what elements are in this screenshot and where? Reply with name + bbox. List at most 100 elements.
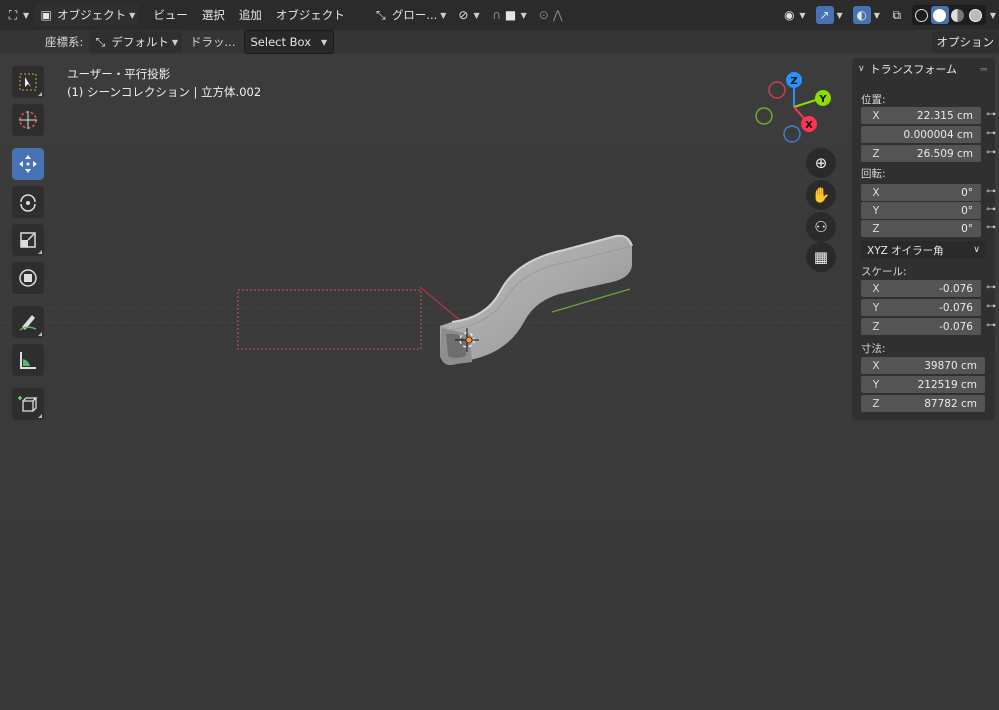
dimension-x-field[interactable]: X 39870 cm <box>861 357 985 374</box>
lock-icon[interactable]: ⊶ <box>986 222 996 233</box>
transform-tool[interactable] <box>12 262 44 294</box>
editor-type-button[interactable]: ⛶ ▼ <box>2 4 33 26</box>
snap-target-icon: ■ <box>504 8 517 22</box>
rotation-z-field[interactable]: Z 0° <box>861 220 981 237</box>
location-x-field[interactable]: X 22.315 cm <box>861 107 981 124</box>
chevron-down-icon: ▼ <box>23 10 30 20</box>
scale-z-field[interactable]: Z -0.076 <box>861 318 981 335</box>
rotation-y-field[interactable]: Y 0° <box>861 202 981 219</box>
wireframe-shading-icon[interactable] <box>913 6 931 24</box>
pivot-point-dropdown[interactable]: ⊘ ▼ <box>452 4 483 26</box>
annotate-tool[interactable] <box>12 306 44 338</box>
move-icon <box>19 155 37 173</box>
zoom-button[interactable]: ⊕ <box>806 148 836 178</box>
eye-icon: ◉ <box>784 8 795 22</box>
field-value: 26.509 cm <box>916 147 973 160</box>
menu-view[interactable]: ビュー <box>153 7 188 23</box>
scale-label: スケール: <box>861 266 907 278</box>
scale-y-field[interactable]: Y -0.076 <box>861 299 981 316</box>
dimensions-label: 寸法: <box>861 343 886 355</box>
axis-label: Z <box>872 397 880 410</box>
coordinate-system-dropdown[interactable]: ⤡ デフォルト ▼ <box>89 31 183 53</box>
snap-toggle[interactable]: ∩ ■ ▼ <box>486 4 531 26</box>
rotate-icon <box>20 194 36 212</box>
3d-viewport[interactable]: ⛶ ▼ ▣ オブジェクト ▼ ビュー 選択 追加 オブジェクト ⤡ グロー... … <box>0 0 999 710</box>
transform-orientation-dropdown[interactable]: ⤡ グロー... ▼ <box>370 4 451 26</box>
drag-handle-icon[interactable]: ═ <box>980 63 987 76</box>
lock-icon[interactable]: ⊶ <box>986 147 996 158</box>
gizmo-toggle[interactable]: ↗ ▼ <box>812 4 847 26</box>
field-value: 87782 cm <box>924 397 977 410</box>
location-label: 位置: <box>861 94 886 106</box>
lock-icon[interactable]: ⊶ <box>986 186 996 197</box>
location-y-field[interactable]: 0.000004 cm <box>861 126 981 143</box>
field-value: 0° <box>961 204 973 217</box>
field-value: 22.315 cm <box>916 109 973 122</box>
drag-dropdown[interactable]: Select Box ▼ <box>243 30 335 54</box>
cursor-tool[interactable] <box>12 104 44 136</box>
object-mode-icon: ▣ <box>40 8 52 22</box>
chevron-down-icon: ▼ <box>473 10 480 20</box>
ortho-toggle-button[interactable]: ▦ <box>806 242 836 272</box>
lock-icon[interactable]: ⊶ <box>986 320 996 331</box>
visibility-dropdown[interactable]: ◉ ▼ <box>778 4 809 26</box>
chevron-down-icon: ▼ <box>171 37 179 47</box>
pivot-icon: ⊘ <box>458 8 469 22</box>
scale-tool[interactable] <box>12 224 44 256</box>
axis-label: Y <box>872 378 880 391</box>
axis-label: X <box>872 359 880 372</box>
field-value: 0.000004 cm <box>903 128 973 141</box>
material-shading-icon[interactable] <box>949 6 967 24</box>
rotation-x-field[interactable]: X 0° <box>861 184 981 201</box>
mode-label: オブジェクト <box>57 8 127 22</box>
options-label: オプション <box>936 35 995 49</box>
chevron-down-icon: ∨ <box>973 245 980 255</box>
camera-icon: ⚇ <box>814 218 828 236</box>
lock-icon[interactable]: ⊶ <box>986 301 996 312</box>
menu-object[interactable]: オブジェクト <box>276 7 345 23</box>
rendered-shading-icon[interactable] <box>967 6 985 24</box>
add-cube-tool[interactable] <box>12 388 44 420</box>
drag-value: Select Box <box>250 35 312 49</box>
scale-x-field[interactable]: X -0.076 <box>861 280 981 297</box>
lock-icon[interactable]: ⊶ <box>986 282 996 293</box>
measure-tool[interactable] <box>12 344 44 376</box>
add-cube-icon <box>18 396 38 412</box>
transform-panel-header[interactable]: ∨ トランスフォーム ═ <box>852 58 995 80</box>
menu-select[interactable]: 選択 <box>202 7 225 23</box>
overlay-toggle[interactable]: ◐ ▼ <box>849 4 884 26</box>
lock-icon[interactable]: ⊶ <box>986 109 996 120</box>
chevron-down-icon[interactable]: ▼ <box>990 11 996 20</box>
rotate-tool[interactable] <box>12 186 44 218</box>
lock-icon[interactable]: ⊶ <box>986 128 996 139</box>
grid-icon: ▦ <box>813 248 829 266</box>
chevron-down-icon: ▼ <box>321 37 328 47</box>
pan-button[interactable]: ✋ <box>806 180 836 210</box>
cursor-icon <box>19 111 37 129</box>
falloff-curve-icon: ⋀ <box>552 8 563 22</box>
rotation-mode-dropdown[interactable]: XYZ オイラー角 ∨ <box>861 241 985 259</box>
tool-settings-bar: 座標系: ⤡ デフォルト ▼ ドラッ... Select Box ▼ オプション <box>0 30 999 54</box>
move-tool[interactable] <box>12 148 44 180</box>
lock-icon[interactable]: ⊶ <box>986 204 996 215</box>
camera-view-button[interactable]: ⚇ <box>806 212 836 242</box>
options-button[interactable]: オプション <box>931 31 999 53</box>
proportional-edit-toggle[interactable]: ⊙ ⋀ <box>533 4 569 26</box>
neg-y-axis-ball[interactable] <box>755 107 773 125</box>
chevron-down-icon: ▼ <box>520 10 527 20</box>
select-box-tool[interactable] <box>12 66 44 98</box>
navigation-gizmo[interactable]: Z Y X <box>750 66 840 156</box>
neg-x-axis-ball[interactable] <box>768 81 786 99</box>
location-z-field[interactable]: Z 26.509 cm <box>861 145 981 162</box>
chevron-down-icon: ▼ <box>440 10 447 20</box>
zoom-icon: ⊕ <box>814 154 828 172</box>
xray-toggle[interactable]: ⧉ <box>886 4 908 26</box>
mode-dropdown[interactable]: ▣ オブジェクト ▼ <box>35 4 140 26</box>
dimension-y-field[interactable]: Y 212519 cm <box>861 376 985 393</box>
scene-canvas <box>0 234 999 365</box>
neg-z-axis-ball[interactable] <box>783 125 801 143</box>
dimension-z-field[interactable]: Z 87782 cm <box>861 395 985 412</box>
menu-add[interactable]: 追加 <box>239 7 262 23</box>
solid-shading-icon[interactable] <box>930 6 949 24</box>
proportional-icon: ⊙ <box>538 8 549 22</box>
